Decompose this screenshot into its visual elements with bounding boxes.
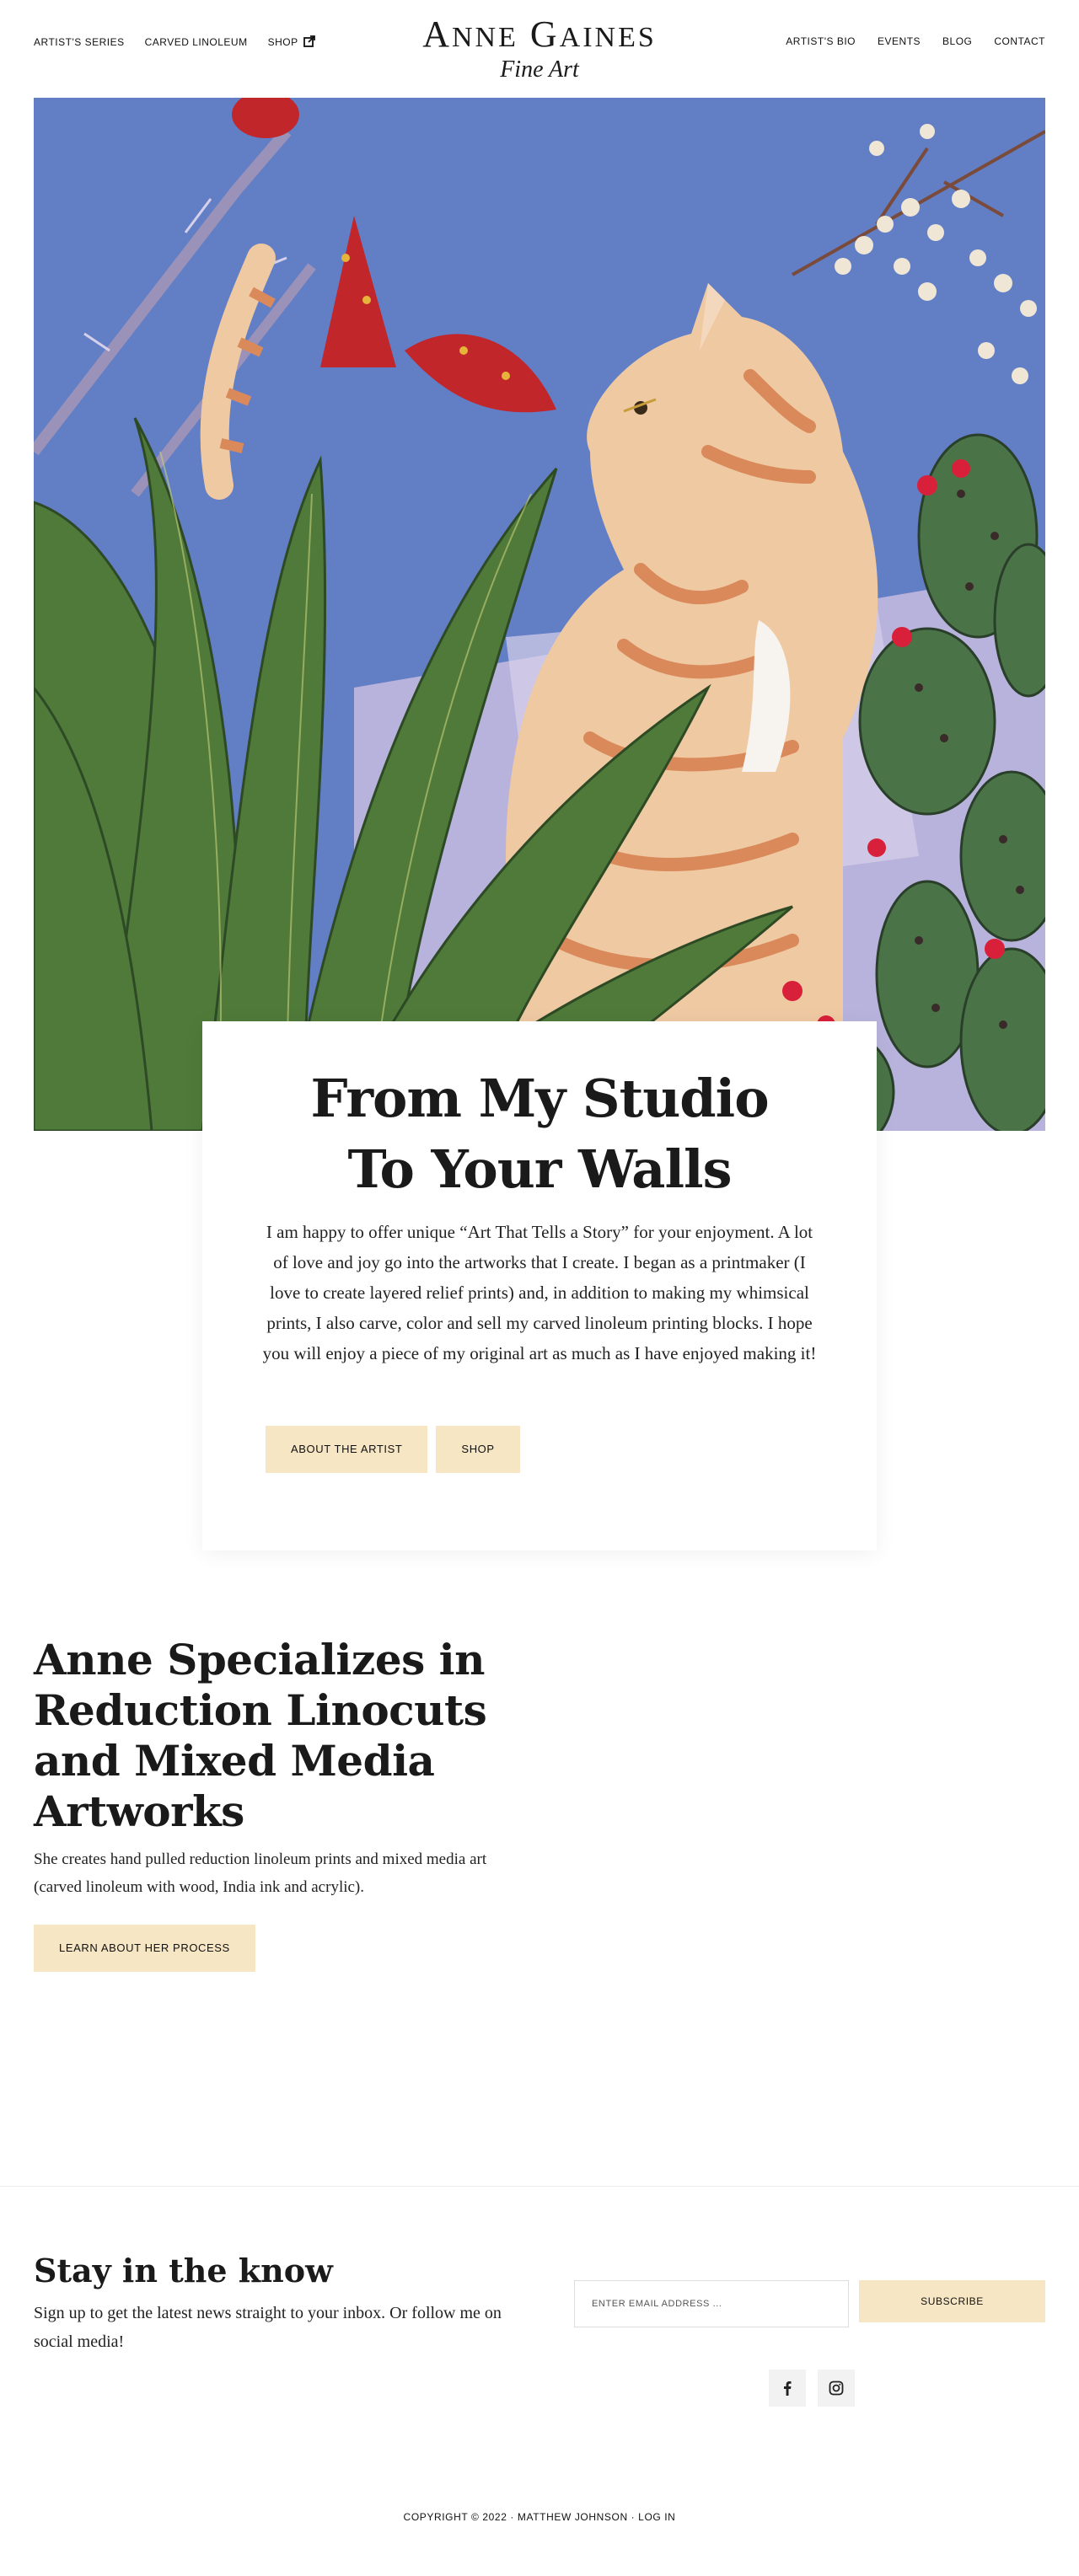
intro-heading-line1: From My Studio — [310, 1068, 769, 1129]
instagram-link[interactable] — [818, 2370, 855, 2407]
specialization-text: She creates hand pulled reduction linole… — [34, 1850, 487, 1896]
section-divider — [0, 2186, 1079, 2187]
logo-letter-g: G — [529, 13, 560, 55]
subscribe-button[interactable]: Subscribe — [859, 2280, 1045, 2322]
intro-paragraph: I am happy to offer unique “Art That Tel… — [262, 1222, 817, 1363]
instagram-icon — [829, 2381, 844, 2396]
nav-link-events[interactable]: Events — [878, 35, 921, 47]
hero-artwork-image — [34, 98, 1045, 1131]
login-link[interactable]: Log in — [638, 2511, 675, 2523]
intro-buttons: About the Artist Shop — [266, 1426, 520, 1473]
facebook-link[interactable] — [769, 2370, 806, 2407]
intro-heading-line2: To Your Walls — [347, 1138, 733, 1200]
external-link-icon — [303, 35, 315, 47]
specialization-heading: Anne Specializes in Reduction Linocuts a… — [34, 1635, 487, 1836]
logo-subtitle: Fine Art — [500, 56, 579, 83]
newsletter-section: Stay in the know Sign up to get the late… — [34, 2250, 506, 2356]
nav-link-artists-bio[interactable]: Artist's Bio — [786, 35, 856, 47]
site-footer: Copyright © 2022 · Matthew Johnson · Log… — [0, 2511, 1079, 2523]
nav-link-shop[interactable]: Shop — [268, 35, 315, 48]
email-input[interactable] — [574, 2280, 849, 2327]
facebook-icon — [784, 2381, 792, 2396]
primary-nav-right: Artist's Bio Events Blog Contact — [786, 35, 1045, 47]
learn-process-button[interactable]: Learn About Her Process — [34, 1925, 255, 1972]
site-logo[interactable]: ANNE GAINES Fine Art — [371, 13, 708, 83]
shop-button[interactable]: Shop — [436, 1426, 520, 1473]
logo-name-last-rest: AINES — [559, 22, 657, 53]
newsletter-heading: Stay in the know — [34, 2252, 333, 2289]
nav-link-contact[interactable]: Contact — [994, 35, 1045, 47]
nav-link-blog[interactable]: Blog — [942, 35, 972, 47]
intro-card: From My Studio To Your Walls I am happy t… — [202, 1021, 877, 1550]
newsletter-text: Sign up to get the latest news straight … — [34, 2304, 502, 2351]
copyright-text: Copyright © 2022 · Matthew Johnson · — [403, 2511, 639, 2523]
intro-heading: From My Studio To Your Walls — [202, 1063, 877, 1205]
site-header: Artist's Series Carved Linoleum Shop ANN… — [0, 0, 1079, 98]
nav-link-artists-series[interactable]: Artist's Series — [34, 36, 125, 48]
specialization-section: Anne Specializes in Reduction Linocuts a… — [34, 1635, 506, 1972]
about-the-artist-button[interactable]: About the Artist — [266, 1426, 428, 1473]
social-links — [769, 2370, 855, 2407]
primary-nav-left: Artist's Series Carved Linoleum Shop — [34, 35, 315, 48]
nav-link-carved-linoleum[interactable]: Carved Linoleum — [145, 36, 248, 48]
linocut-cat-illustration — [34, 98, 1045, 1131]
logo-name-first-rest: NNE — [452, 22, 518, 53]
logo-letter-a: A — [422, 13, 452, 55]
nav-link-shop-label: Shop — [267, 36, 298, 48]
logo-name: ANNE GAINES — [371, 13, 708, 59]
